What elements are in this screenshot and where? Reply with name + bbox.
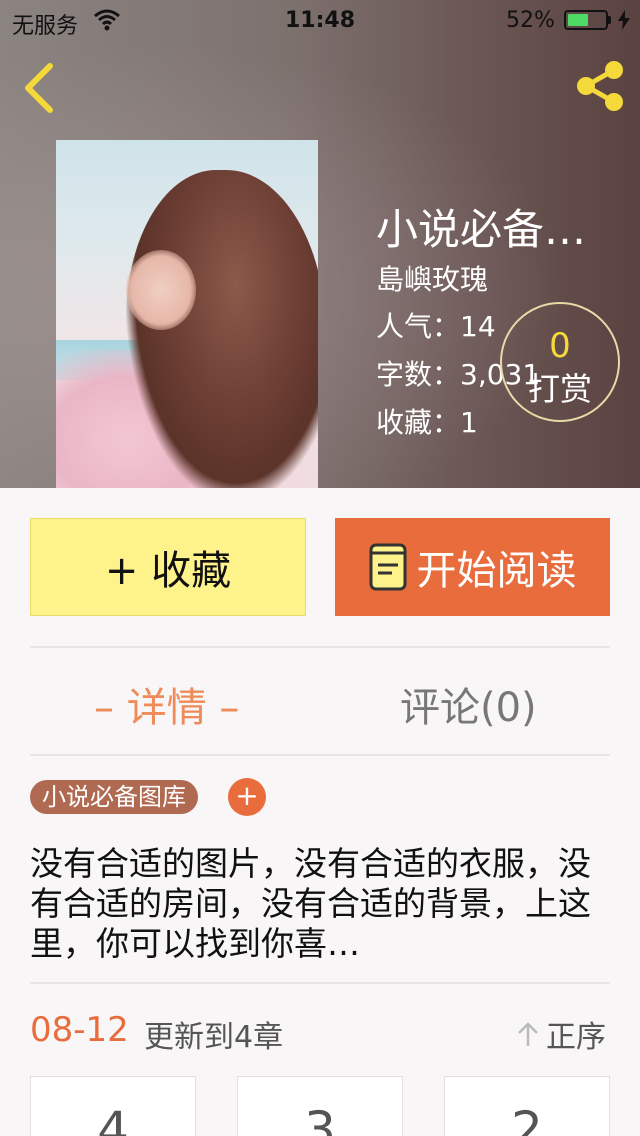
reward-button[interactable]: 0 打赏 <box>500 302 620 422</box>
share-icon[interactable] <box>572 58 628 114</box>
add-favorite-label: + 收藏 <box>104 548 232 594</box>
add-favorite-button[interactable]: + 收藏 <box>30 518 306 616</box>
tab-detail[interactable]: – 详情 – <box>94 675 239 733</box>
start-reading-label: 开始阅读 <box>416 548 577 594</box>
chapter-card[interactable]: 2 <box>444 1076 610 1136</box>
arrow-up-icon <box>518 1022 538 1046</box>
battery-icon <box>564 10 608 30</box>
add-tag-button[interactable]: + <box>228 778 266 816</box>
chapter-card[interactable]: 3 <box>237 1076 403 1136</box>
book-cover-image <box>56 140 318 488</box>
favorites-stat: 收藏：1 <box>376 406 478 439</box>
start-reading-button[interactable]: 开始阅读 <box>335 518 610 616</box>
popularity-stat: 人气：14 <box>376 310 496 343</box>
divider <box>30 754 610 756</box>
chapter-card[interactable]: 4 <box>30 1076 196 1136</box>
book-detail-screen: 无服务 11:48 52% 小说必备… 島嶼玫瑰 人气：14 字数：3,031 … <box>0 0 640 1136</box>
book-author: 島嶼玫瑰 <box>376 263 489 296</box>
book-icon <box>369 543 406 591</box>
divider <box>30 982 610 984</box>
book-description: 没有合适的图片，没有合适的衣服，没有合适的房间，没有合适的背景，上这里，你可以找… <box>30 844 591 963</box>
book-title: 小说必备… <box>376 205 587 254</box>
battery-tip <box>608 16 611 24</box>
sort-order-label: 正序 <box>546 1020 606 1055</box>
sort-order-button[interactable]: 正序 <box>516 1012 606 1056</box>
reward-label: 打赏 <box>527 370 592 408</box>
tab-comments[interactable]: 评论(0) <box>400 675 537 733</box>
status-bar: 无服务 11:48 52% <box>0 0 640 40</box>
back-icon[interactable] <box>18 60 58 116</box>
battery-percentage: 52% <box>506 8 555 33</box>
reward-count: 0 <box>549 326 571 366</box>
tag-chip[interactable]: 小说必备图库 <box>30 780 198 814</box>
update-status: 更新到4章 <box>144 1020 284 1055</box>
charging-icon <box>618 10 630 30</box>
update-date: 08-12 <box>30 1010 129 1050</box>
divider <box>30 646 610 648</box>
